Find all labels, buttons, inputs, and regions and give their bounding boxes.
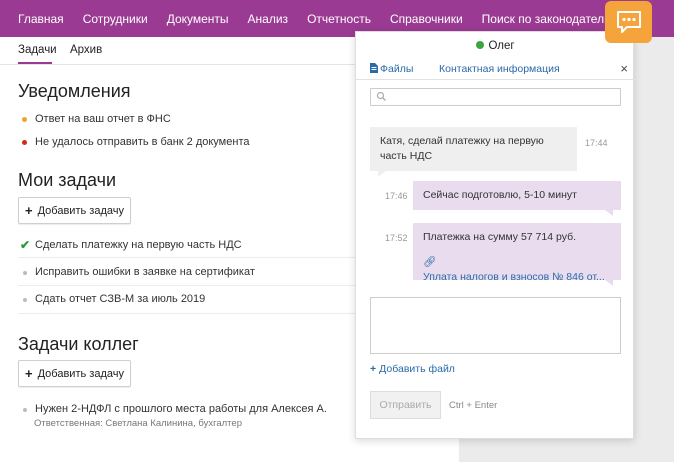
- nav-item-analysis[interactable]: Анализ: [248, 12, 289, 26]
- send-button[interactable]: Отправить: [370, 391, 441, 419]
- add-task-button[interactable]: + Добавить задачу: [18, 197, 131, 224]
- add-colleague-task-button[interactable]: + Добавить задачу: [18, 360, 131, 387]
- notification-item[interactable]: Ответ на ваш отчет в ФНС: [22, 113, 171, 125]
- notification-text: Ответ на ваш отчет в ФНС: [35, 113, 171, 125]
- message-time: 17:44: [585, 138, 608, 148]
- chat-tabs: Файлы Контактная информация ×: [356, 58, 635, 80]
- chat-bubble-icon: [616, 11, 641, 33]
- tab-archive[interactable]: Архив: [70, 44, 102, 56]
- tab-tasks[interactable]: Задачи: [18, 44, 57, 56]
- close-icon[interactable]: ×: [620, 61, 628, 76]
- chat-panel: Олег Файлы Контактная информация × Катя,…: [355, 31, 635, 439]
- file-icon: [370, 63, 378, 73]
- attachment-link-text: Уплата налогов и взносов № 846 от...: [423, 271, 605, 283]
- bullet-icon: [20, 293, 30, 305]
- message-text: Сейчас подготовлю, 5-10 минут: [423, 189, 577, 201]
- chat-header: Олег: [356, 40, 635, 52]
- task-item[interactable]: Исправить ошибки в заявке на сертификат: [20, 266, 255, 278]
- chat-tab-contacts[interactable]: Контактная информация: [439, 63, 560, 75]
- nav-item-documents[interactable]: Документы: [167, 12, 229, 26]
- notification-text: Не удалось отправить в банк 2 документа: [35, 136, 250, 148]
- plus-icon: +: [370, 363, 377, 375]
- error-dot-icon: [22, 139, 27, 145]
- message-outgoing: Платежка на сумму 57 714 руб. 🔗︎ Уплата …: [413, 223, 621, 286]
- attachment-link[interactable]: 🔗︎ Уплата налогов и взносов № 846 от...: [423, 255, 611, 285]
- colleague-task-item[interactable]: Нужен 2-НДФЛ с прошлого места работы для…: [20, 403, 327, 415]
- active-tab-underline: [18, 62, 52, 64]
- colleague-tasks-title: Задачи коллег: [18, 334, 139, 354]
- search-icon: [376, 91, 386, 101]
- message-text: Платежка на сумму 57 714 руб.: [423, 231, 577, 243]
- nav-item-employees[interactable]: Сотрудники: [83, 12, 148, 26]
- notification-item[interactable]: Не удалось отправить в банк 2 документа: [22, 136, 249, 148]
- task-text: Сделать платежку на первую часть НДС: [35, 239, 242, 251]
- warning-dot-icon: [22, 116, 27, 122]
- task-text: Нужен 2-НДФЛ с прошлого места работы для…: [35, 403, 327, 415]
- add-file-button[interactable]: + Добавить файл: [370, 363, 455, 375]
- nav-item-directories[interactable]: Справочники: [390, 12, 463, 26]
- nav-item-reports[interactable]: Отчетность: [307, 12, 371, 26]
- chat-search-input[interactable]: [370, 88, 621, 106]
- message-time: 17:46: [385, 191, 408, 201]
- message-outgoing: Сейчас подготовлю, 5-10 минут: [413, 181, 621, 216]
- chat-tab-files-label: Файлы: [380, 63, 414, 75]
- online-status-icon: [476, 41, 485, 49]
- my-tasks-title: Мои задачи: [18, 170, 117, 190]
- message-textarea[interactable]: [370, 297, 621, 354]
- notifications-title: Уведомления: [18, 81, 131, 101]
- message-incoming: Катя, сделай платежку на первую часть НД…: [370, 127, 577, 177]
- add-task-label: Добавить задачу: [37, 204, 124, 217]
- paperclip-icon: 🔗︎: [423, 256, 437, 268]
- task-item[interactable]: Сдать отчет СЗВ-М за июль 2019: [20, 293, 205, 305]
- message-time: 17:52: [385, 233, 408, 243]
- send-shortcut-hint: Ctrl + Enter: [449, 400, 498, 411]
- add-file-label: Добавить файл: [379, 363, 455, 375]
- chat-user-name: Олег: [488, 40, 515, 52]
- task-item[interactable]: ✔ Сделать платежку на первую часть НДС: [20, 238, 242, 252]
- check-icon: ✔: [20, 238, 31, 252]
- task-responsible: Ответственная: Светлана Калинина, бухгал…: [34, 418, 242, 429]
- bullet-icon: [20, 266, 30, 278]
- task-text: Сдать отчет СЗВ-М за июль 2019: [35, 293, 206, 305]
- message-text: Катя, сделай платежку на первую часть НД…: [380, 135, 544, 162]
- nav-item-home[interactable]: Главная: [18, 12, 64, 26]
- task-text: Исправить ошибки в заявке на сертификат: [35, 266, 255, 278]
- plus-icon: +: [25, 366, 33, 381]
- plus-icon: +: [25, 203, 33, 218]
- chat-toggle-button[interactable]: [605, 1, 652, 43]
- bullet-icon: [20, 403, 30, 415]
- add-task-label: Добавить задачу: [37, 367, 124, 380]
- chat-tab-files[interactable]: Файлы: [370, 63, 413, 75]
